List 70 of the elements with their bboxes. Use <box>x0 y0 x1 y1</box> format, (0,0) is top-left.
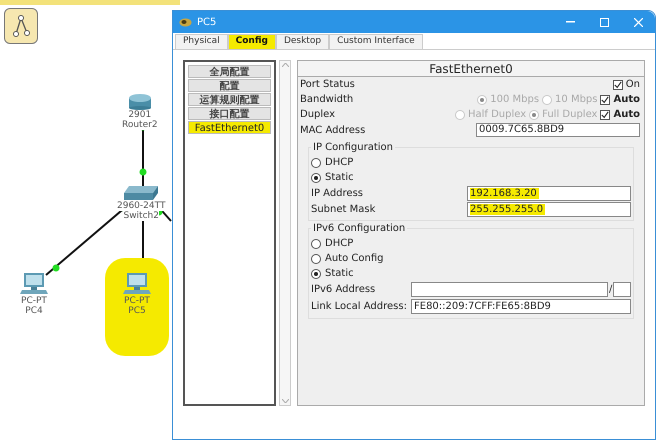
input-field[interactable]: 255.255.255.0 <box>467 202 631 216</box>
radio-button[interactable] <box>311 268 321 278</box>
panel-title: FastEthernet0 <box>298 61 644 77</box>
input-field[interactable]: 192.168.3.20 <box>467 186 631 200</box>
window-title: PC5 <box>197 16 216 30</box>
close-icon[interactable] <box>634 18 643 26</box>
sidebar-item[interactable]: 运算规则配置 <box>188 93 271 106</box>
checkbox-label: Auto <box>613 108 640 122</box>
radio-label: 100 Mbps <box>490 93 540 107</box>
group-title: IP Configuration <box>312 141 394 155</box>
prefix-field[interactable] <box>613 282 631 297</box>
device-name: PC5 <box>128 306 146 316</box>
field-label: Subnet Mask <box>311 202 376 216</box>
separator-text: / <box>608 283 614 297</box>
mac-address-field[interactable]: 0009.7C65.8BD9 <box>476 123 640 137</box>
radio-button[interactable] <box>311 158 321 168</box>
app-icon <box>179 18 192 26</box>
field-label: Bandwidth <box>300 93 354 107</box>
device-name: PC4 <box>25 306 43 316</box>
sidebar-item[interactable]: 配置 <box>188 79 271 92</box>
radio-label: DHCP <box>325 237 354 251</box>
device-model: 2901 <box>128 110 152 120</box>
network-device[interactable]: 2901 Router2 <box>122 92 158 130</box>
device-model: PC-PT <box>21 296 47 306</box>
checkbox-label: Auto <box>613 93 640 107</box>
input-field[interactable]: FE80::209:7CFF:FE65:8BD9 <box>411 299 631 314</box>
input-field[interactable] <box>411 282 608 297</box>
computer-icon <box>20 272 48 296</box>
radio-label: Static <box>325 267 354 281</box>
network-device[interactable]: PC-PT PC4 <box>20 272 48 316</box>
field-label: IPv6 Address <box>311 283 376 297</box>
radio-label: Full Duplex <box>542 108 598 122</box>
scrollbar[interactable] <box>279 60 291 406</box>
field-label: Link Local Address: <box>311 300 408 314</box>
group-title: IPv6 Configuration <box>312 222 406 236</box>
switch-icon <box>123 185 160 201</box>
radio-button[interactable] <box>311 172 321 182</box>
network-device[interactable]: 2960-24TT Switch2 <box>117 185 166 221</box>
radio-button[interactable] <box>311 254 321 264</box>
field-label: Duplex <box>300 108 336 122</box>
field-label: IP Address <box>311 186 364 200</box>
sidebar-item[interactable]: FastEthernet0 <box>188 121 271 134</box>
network-device[interactable]: PC-PT PC5 <box>105 258 169 356</box>
radio-label: Static <box>325 171 354 185</box>
device-name: Router2 <box>122 120 158 130</box>
device-model: PC-PT <box>124 296 150 306</box>
tab[interactable]: Config <box>228 34 276 49</box>
maximize-icon[interactable] <box>600 18 609 26</box>
scroll-up-icon[interactable] <box>282 63 288 67</box>
sidebar-item[interactable]: 接口配置 <box>188 107 271 120</box>
radio-label: 10 Mbps <box>555 93 598 107</box>
radio-label: DHCP <box>325 156 354 170</box>
router-icon <box>128 92 152 110</box>
tab[interactable]: Custom Interface <box>329 34 423 49</box>
checkbox[interactable] <box>612 80 623 90</box>
radio-label: Auto Config <box>325 252 384 266</box>
tab[interactable]: Desktop <box>276 34 330 49</box>
scroll-down-icon[interactable] <box>282 399 288 403</box>
tab[interactable]: Physical <box>175 34 228 49</box>
device-name: Switch2 <box>123 211 159 221</box>
radio-button[interactable] <box>311 238 321 248</box>
checkbox-label: On <box>626 78 640 92</box>
computer-icon <box>123 272 151 296</box>
radio-label: Half Duplex <box>468 108 526 122</box>
logical-view-icon[interactable] <box>4 8 38 44</box>
device-model: 2960-24TT <box>117 201 166 211</box>
minimize-icon[interactable] <box>566 21 575 23</box>
sidebar-item[interactable]: 全局配置 <box>188 65 271 78</box>
field-label: MAC Address <box>300 124 366 138</box>
field-label: Port Status <box>300 78 355 92</box>
